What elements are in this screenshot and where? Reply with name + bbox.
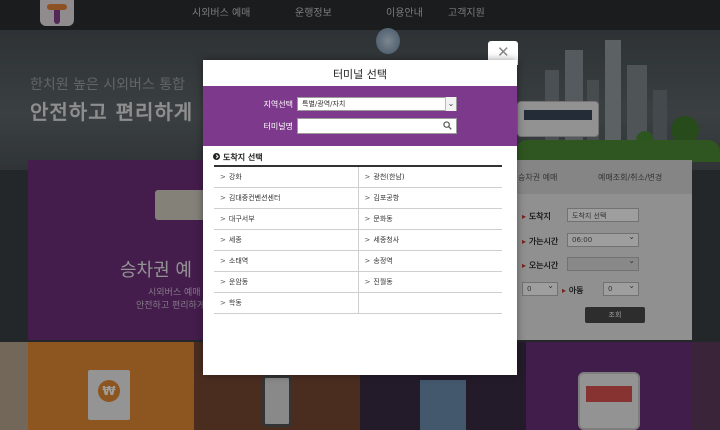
destination-label: 송정역 [373,256,393,265]
destination-label: 광천(한남) [373,172,405,181]
chevron-right-icon: > [364,256,371,265]
destination-label: 소태역 [228,256,249,265]
destination-label: 운암동 [228,277,249,286]
destination-label: 진월동 [373,277,393,286]
destination-label: 문화동 [373,214,393,223]
destination-item[interactable]: > 소태역 [214,250,359,272]
destination-label: 학동 [228,298,242,307]
destination-label: 강화 [228,172,242,181]
destination-label: 김대중컨벤션센터 [228,193,281,202]
destination-heading-text: 도착지 선택 [223,153,263,162]
destination-item[interactable]: > 대구서부 [214,208,359,230]
circle-arrow-icon [213,153,220,160]
chevron-right-icon: > [364,235,371,244]
destination-item[interactable]: > 김대중컨벤션센터 [214,187,359,209]
destination-item[interactable]: > 문화동 [358,208,502,230]
filter-panel: 지역선택 특별/광역/자치 ⌄ 터미널명 [203,86,517,146]
modal-title: 터미널 선택 [332,68,388,81]
destination-item[interactable]: > 진월동 [358,271,502,293]
chevron-down-icon: ⌄ [445,97,456,111]
table-row: > 강화 > 광천(한남) [214,166,502,188]
chevron-right-icon: > [364,172,371,181]
table-row: > 세종 > 세종청사 [214,229,502,251]
close-icon: ✕ [497,43,510,61]
destination-item[interactable]: > 세종청사 [358,229,502,251]
empty-cell [358,292,502,314]
destination-item[interactable]: > 광천(한남) [358,166,502,188]
destination-item[interactable]: > 운암동 [214,271,359,293]
chevron-right-icon: > [220,298,226,307]
chevron-right-icon: > [220,214,226,223]
chevron-right-icon: > [220,235,226,244]
destination-label: 세종 [228,235,242,244]
terminal-name-input[interactable] [297,118,457,134]
search-icon[interactable] [443,121,452,130]
destination-item[interactable]: > 송정역 [358,250,502,272]
destination-label: 대구서부 [228,214,255,223]
region-label: 지역선택 [263,100,293,109]
table-row: > 소태역 > 송정역 [214,250,502,272]
destination-heading: 도착지 선택 [213,152,263,163]
table-row: > 대구서부 > 문화동 [214,208,502,230]
table-row: > 운암동 > 진월동 [214,271,502,293]
destination-item[interactable]: > 강화 [214,166,359,188]
destination-label: 김포공항 [373,193,400,202]
chevron-right-icon: > [220,256,226,265]
region-select[interactable]: 특별/광역/자치 ⌄ [297,97,457,111]
chevron-right-icon: > [364,214,371,223]
destination-table: > 강화 > 광천(한남) > 김대중컨벤션센터 > 김포공항 > 대구서부 > 문화동 > 세종 > 세종청… [214,165,502,314]
region-select-value: 특별/광역/자치 [302,100,346,108]
table-row: > 김대중컨벤션센터 > 김포공항 [214,187,502,209]
chevron-right-icon: > [220,277,226,286]
destination-item[interactable]: > 학동 [214,292,359,314]
destination-label: 세종청사 [373,235,400,244]
terminal-label: 터미널명 [263,122,293,131]
chevron-right-icon: > [364,277,371,286]
chevron-right-icon: > [220,172,226,181]
destination-item[interactable]: > 김포공항 [358,187,502,209]
chevron-right-icon: > [220,193,226,202]
destination-item[interactable]: > 세종 [214,229,359,251]
table-row: > 학동 [214,292,502,314]
terminal-select-modal: 터미널 선택 지역선택 특별/광역/자치 ⌄ 터미널명 도착지 선택 > 강화 > 광… [203,60,517,375]
chevron-right-icon: > [364,193,371,202]
